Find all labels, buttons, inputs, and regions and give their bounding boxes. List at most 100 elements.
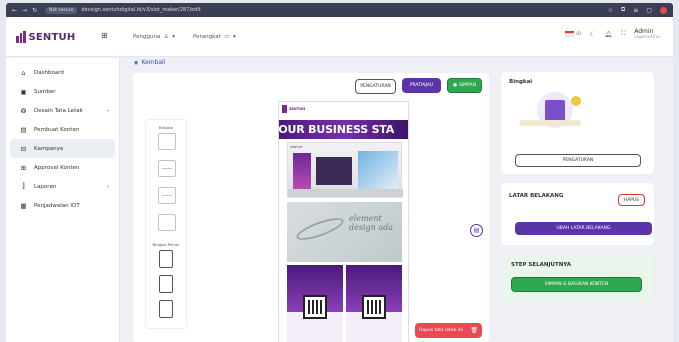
frame-tool-square[interactable] <box>158 133 176 150</box>
browser-actions: ☆ ⧉ ≡ ▢ <box>608 6 667 14</box>
full-frame-tool-2[interactable] <box>159 275 173 293</box>
poster-sketch-image: element design ada <box>287 202 402 262</box>
poster-header: SENTUH <box>279 102 408 120</box>
sidebar-item-kampanye[interactable]: ⊟ Kampanye <box>10 139 115 158</box>
frame-tool-header[interactable] <box>158 160 176 177</box>
sidebar-item-label: Kampanye <box>34 145 64 152</box>
admin-role: superadmin <box>634 35 661 40</box>
layout-icon: ❂ <box>20 106 27 115</box>
image-icon: ▣ <box>20 87 27 96</box>
qr-code-icon <box>303 295 327 319</box>
menu-toggle-icon[interactable]: ⊞ <box>101 31 108 40</box>
extensions-icon[interactable]: ⧉ <box>621 6 625 14</box>
delete-layout-button[interactable]: Hapus tata letak ini 🗑︎ <box>415 323 482 338</box>
language-selector[interactable]: ID <box>565 31 581 37</box>
poster-flyer-left <box>287 265 343 342</box>
tool-label-full-frame: Bingkai Penuh <box>152 242 180 247</box>
poster-banner: YOUR BUSINESS STA <box>279 120 408 139</box>
sidebar-item-dashboard[interactable]: ⌂ Dashboard <box>10 63 115 82</box>
top-right-actions: ID ☾ 🔔︎ ⛶ Admin superadmin <box>565 28 661 40</box>
admin-profile[interactable]: Admin superadmin <box>634 28 661 40</box>
qr-code-icon <box>362 295 386 319</box>
poster-logo-icon <box>282 105 287 113</box>
nav-pengguna[interactable]: Pengguna ♙ ▾ <box>133 34 175 40</box>
next-step-card: STEP SELANJUTNYA SIMPAN & BAGIKAN KONTEN <box>501 255 654 303</box>
sidebar-item-label: Sumber <box>34 88 56 95</box>
brand-logo[interactable]: SENTUH <box>16 31 75 43</box>
sidepanel-icon[interactable]: ▢ <box>646 7 652 14</box>
frame-card-title: Bingkai <box>509 79 533 85</box>
sidebar-item-label: Approval Konten <box>34 164 80 171</box>
frame-illustration <box>515 90 585 136</box>
sidebar-menu: ⌂ Dashboard ▣ Sumber ❂ Desain Tata Letak › ▤ Pem… <box>6 58 119 215</box>
booth-banner-left <box>293 153 311 193</box>
moon-icon[interactable]: ☾ <box>590 31 595 38</box>
not-secure-badge[interactable]: Not secure <box>45 6 78 14</box>
sidebar-item-pembuat-konten[interactable]: ▤ Pembuat Konten <box>10 120 115 139</box>
sidebar-item-label: Desain Tata Letak <box>34 107 83 114</box>
browser-nav: ← → ↻ <box>12 7 37 14</box>
top-bar: SENTUH ⊞ Pengguna ♙ ▾ Perangkat ▭ ▾ ID ☾… <box>6 17 673 57</box>
poster-booth-image: SENTUH <box>287 142 403 198</box>
delete-background-button[interactable]: HAPUS <box>618 194 645 206</box>
profile-avatar[interactable] <box>660 6 667 14</box>
user-icon: ♙ <box>162 34 171 40</box>
approval-icon: ⊞ <box>20 163 27 172</box>
home-icon: ⌂ <box>21 68 26 77</box>
report-icon: ⫿ <box>22 182 25 190</box>
trash-icon: 🗑︎ <box>470 327 478 334</box>
app-window: SENTUH ⊞ Pengguna ♙ ▾ Perangkat ▭ ▾ ID ☾… <box>6 17 673 342</box>
full-frame-tool-3[interactable] <box>159 300 173 318</box>
full-frame-tool-1[interactable] <box>159 250 173 268</box>
booth-screen <box>316 157 352 185</box>
save-button[interactable]: ● SIMPAN <box>447 78 482 93</box>
bell-icon[interactable]: 🔔︎ <box>604 31 612 38</box>
nav-perangkat[interactable]: Perangkat ▭ ▾ <box>193 34 236 40</box>
monitor-icon: ▭ <box>222 34 232 40</box>
preview-button[interactable]: PRATINJAU <box>402 78 441 93</box>
star-icon[interactable]: ☆ <box>608 7 613 14</box>
sidebar: ⌂ Dashboard ▣ Sumber ❂ Desain Tata Letak › ▤ Pem… <box>6 58 120 342</box>
fullscreen-icon[interactable]: ⛶ <box>621 30 625 38</box>
sidebar-item-sumber[interactable]: ▣ Sumber <box>10 82 115 101</box>
chevron-down-icon: ▾ <box>172 34 176 40</box>
layout-tools-panel: Bingkai Bingkai Penuh <box>145 119 187 329</box>
sidebar-item-label: Laporan <box>34 183 57 190</box>
top-nav: Pengguna ♙ ▾ Perangkat ▭ ▾ <box>133 34 236 40</box>
save-share-button[interactable]: SIMPAN & BAGIKAN KONTEN <box>511 277 642 292</box>
chevron-right-icon: › <box>107 107 109 114</box>
document-icon[interactable]: ▤ <box>470 224 483 237</box>
frame-settings-card: Bingkai PENGATURAN <box>501 72 654 174</box>
sketch-shape <box>294 213 346 245</box>
sidebar-item-desain-tata-letak[interactable]: ❂ Desain Tata Letak › <box>10 101 115 120</box>
sidebar-item-penjadwalan-iot[interactable]: ▦ Penjadwalan IOT <box>10 196 115 215</box>
calendar-icon: ▦ <box>20 201 27 210</box>
chevron-right-icon: › <box>107 183 109 190</box>
check-icon: ● <box>453 83 457 88</box>
sidebar-item-label: Dashboard <box>34 69 64 76</box>
address-bar[interactable]: devsign.sentuhdigital.id/v3/slot_maker/2… <box>81 7 200 13</box>
sidebar-item-label: Pembuat Konten <box>34 126 80 133</box>
frame-tool-split[interactable] <box>158 187 176 204</box>
sidebar-item-approval-konten[interactable]: ⊞ Approval Konten <box>10 158 115 177</box>
back-arrow-icon[interactable]: ← <box>12 7 17 14</box>
poster-flyer-right <box>346 265 402 342</box>
frame-tool-blank[interactable] <box>158 214 176 231</box>
menu-lines-icon[interactable]: ≡ <box>633 7 638 14</box>
booth-floor <box>288 189 403 197</box>
reload-icon[interactable]: ↻ <box>32 7 37 14</box>
forward-arrow-icon[interactable]: → <box>22 7 27 14</box>
frame-settings-button[interactable]: PENGATURAN <box>515 154 641 167</box>
admin-name: Admin <box>634 28 654 35</box>
sidebar-item-label: Penjadwalan IOT <box>34 202 80 209</box>
change-background-button[interactable]: UBAH LATAR BELAKANG <box>515 222 652 235</box>
sidebar-item-laporan[interactable]: ⫿ Laporan › <box>10 177 115 196</box>
back-link[interactable]: ◉ Kembali <box>134 59 165 66</box>
sketch-script-text: element design ada <box>349 214 393 232</box>
settings-button[interactable]: PENGATURAN <box>355 79 396 94</box>
background-card-title: LATAR BELAKANG <box>509 193 564 199</box>
brand-name: SENTUH <box>28 31 76 43</box>
layout-preview-poster[interactable]: SENTUH YOUR BUSINESS STA SENTUH element … <box>278 101 409 342</box>
campaign-icon: ⊟ <box>20 144 27 153</box>
booth-logo-text: SENTUH <box>290 145 303 149</box>
